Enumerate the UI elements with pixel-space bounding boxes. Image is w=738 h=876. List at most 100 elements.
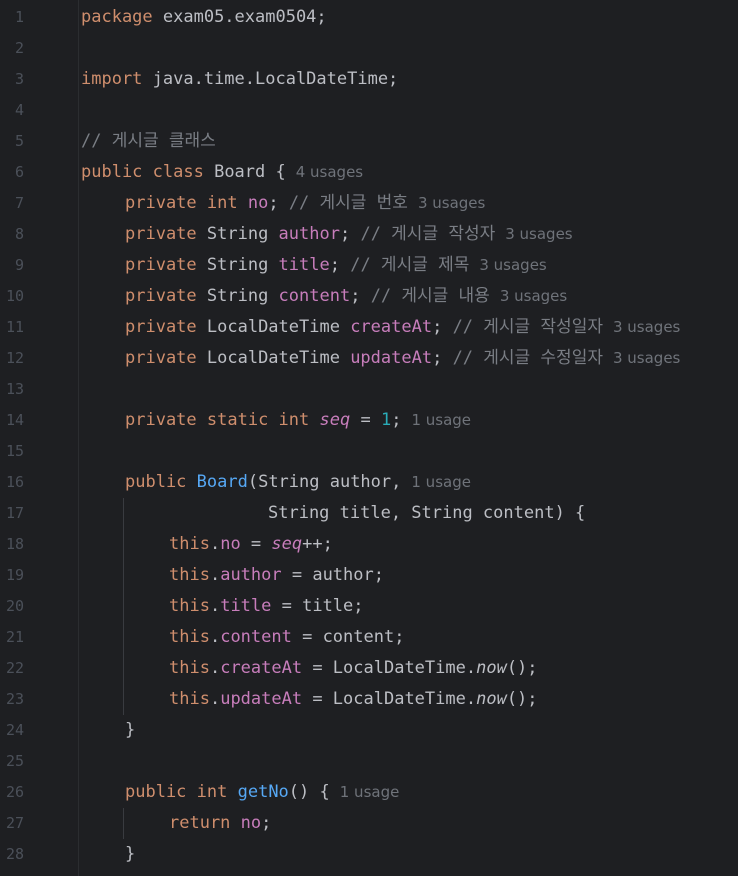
- code-line-14[interactable]: private static int seq = 1; 1 usage: [125, 405, 471, 436]
- code-line-8[interactable]: private String author; // 게시글 작성자 3 usage…: [125, 219, 573, 250]
- usages-hint[interactable]: 3 usages: [505, 225, 572, 243]
- usages-hint[interactable]: 3 usages: [418, 194, 485, 212]
- code-line-19[interactable]: this.author = author;: [169, 560, 384, 591]
- keyword: import: [81, 69, 143, 89]
- usages-hint[interactable]: 1 usage: [411, 473, 471, 491]
- code-line-24[interactable]: }: [125, 715, 135, 746]
- code-text: ++;: [302, 534, 333, 554]
- keyword: private: [125, 410, 197, 430]
- line-number-gutter[interactable]: 1 2 3 4 5 6 7 8 9 10 11 12 13 14 15 16 1…: [0, 0, 79, 876]
- usages-hint[interactable]: 3 usages: [613, 318, 680, 336]
- line-number: 23: [5, 690, 24, 708]
- code-line-12[interactable]: private LocalDateTime updateAt; // 게시글 수…: [125, 343, 680, 374]
- code-line-21[interactable]: this.content = content;: [169, 622, 404, 653]
- type-name: String: [196, 224, 269, 244]
- keyword: package: [81, 7, 153, 27]
- code-line-23[interactable]: this.updateAt = LocalDateTime.now();: [169, 684, 538, 715]
- usages-hint[interactable]: 1 usage: [340, 783, 400, 801]
- code-editor[interactable]: 1 2 3 4 5 6 7 8 9 10 11 12 13 14 15 16 1…: [0, 0, 738, 876]
- line-number: 9: [14, 256, 24, 274]
- code-text: .: [209, 627, 221, 647]
- keyword: private: [125, 224, 197, 244]
- field-name: author: [268, 224, 340, 244]
- static-method-call: now: [476, 658, 507, 678]
- code-text: java.time.LocalDateTime;: [142, 69, 399, 89]
- code-text: (String author,: [247, 472, 402, 492]
- code-line-18[interactable]: this.no = seq++;: [169, 529, 333, 560]
- type-name: LocalDateTime: [196, 348, 340, 368]
- usages-hint[interactable]: 3 usages: [500, 287, 567, 305]
- line-number: 7: [14, 194, 24, 212]
- keyword: private: [125, 193, 197, 213]
- keyword: private: [125, 286, 197, 306]
- field-name: createAt: [220, 658, 303, 678]
- code-text: = LocalDateTime.: [302, 658, 477, 678]
- code-text: =: [350, 410, 381, 430]
- keyword: this: [169, 596, 210, 616]
- code-line-3[interactable]: import java.time.LocalDateTime;: [81, 64, 398, 95]
- keyword: public: [125, 472, 187, 492]
- code-line-16[interactable]: public Board(String author, 1 usage: [125, 467, 471, 498]
- line-number: 21: [5, 628, 24, 646]
- code-text: ;: [339, 224, 351, 244]
- code-line-6[interactable]: public class Board {4 usages: [81, 157, 363, 188]
- line-number: 5: [14, 132, 24, 150]
- keyword: this: [169, 627, 210, 647]
- line-number: 3: [14, 70, 24, 88]
- field-name: updateAt: [339, 348, 433, 368]
- usages-hint[interactable]: 3 usages: [613, 349, 680, 367]
- line-number: 8: [14, 225, 24, 243]
- code-text: ;: [261, 813, 272, 833]
- usages-hint[interactable]: 4 usages: [296, 163, 363, 181]
- type-name: LocalDateTime: [196, 317, 340, 337]
- field-name: createAt: [339, 317, 433, 337]
- code-text: .: [209, 596, 221, 616]
- code-area[interactable]: package exam05.exam0504; import java.tim…: [81, 0, 738, 876]
- code-text: ;: [432, 317, 443, 337]
- code-line-7[interactable]: private int no; // 게시글 번호 3 usages: [125, 188, 485, 219]
- keyword: int: [196, 193, 238, 213]
- code-line-1[interactable]: package exam05.exam0504;: [81, 2, 327, 33]
- code-text: ();: [506, 658, 538, 678]
- code-text: exam05.exam0504;: [152, 7, 327, 27]
- code-line-27[interactable]: return no;: [169, 808, 271, 839]
- keyword: static: [196, 410, 269, 430]
- code-line-28[interactable]: }: [125, 839, 135, 870]
- code-text: String title, String content) {: [268, 503, 586, 523]
- usages-hint[interactable]: 3 usages: [479, 256, 546, 274]
- line-number: 12: [5, 349, 24, 367]
- field-name: title: [220, 596, 272, 616]
- line-number: 27: [5, 814, 24, 832]
- field-name: author: [220, 565, 282, 585]
- code-line-20[interactable]: this.title = title;: [169, 591, 364, 622]
- keyword: int: [268, 410, 310, 430]
- code-text: = title;: [271, 596, 364, 616]
- code-line-17[interactable]: String title, String content) {: [268, 498, 585, 529]
- field-name: no: [237, 193, 269, 213]
- comment: // 게시글 수정일자: [442, 348, 603, 368]
- code-line-9[interactable]: private String title; // 게시글 제목 3 usages: [125, 250, 547, 281]
- comment: // 게시글 작성일자: [442, 317, 603, 337]
- comment: // 게시글 내용: [360, 286, 490, 306]
- line-number: 4: [14, 101, 24, 119]
- field-name: title: [268, 255, 330, 275]
- code-line-11[interactable]: private LocalDateTime createAt; // 게시글 작…: [125, 312, 680, 343]
- keyword: public: [125, 782, 187, 802]
- code-line-22[interactable]: this.createAt = LocalDateTime.now();: [169, 653, 538, 684]
- keyword: public: [81, 162, 143, 182]
- code-text: ;: [268, 193, 279, 213]
- line-number: 16: [5, 473, 24, 491]
- keyword: this: [169, 565, 210, 585]
- code-text: = LocalDateTime.: [302, 689, 477, 709]
- code-text: ;: [432, 348, 443, 368]
- line-number: 20: [5, 597, 24, 615]
- keyword: class: [142, 162, 204, 182]
- line-number: 19: [5, 566, 24, 584]
- usages-hint[interactable]: 1 usage: [411, 411, 471, 429]
- line-number: 24: [5, 721, 24, 739]
- code-text: =: [240, 534, 272, 554]
- code-line-26[interactable]: public int getNo() {1 usage: [125, 777, 399, 808]
- code-line-10[interactable]: private String content; // 게시글 내용 3 usage…: [125, 281, 567, 312]
- comment: // 게시글 클래스: [81, 131, 216, 151]
- code-line-5[interactable]: // 게시글 클래스: [81, 126, 216, 157]
